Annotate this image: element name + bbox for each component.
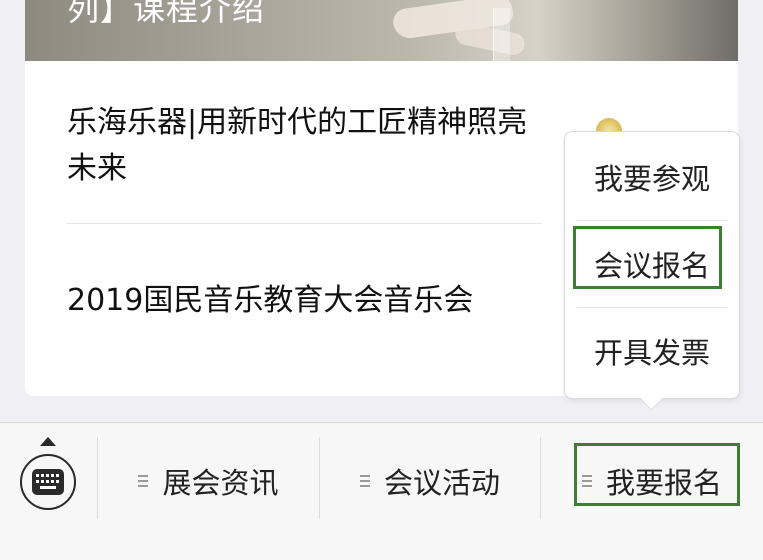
tab-label: 展会资讯 [162, 466, 279, 500]
tab-highlight [574, 443, 740, 506]
menu-lines-icon [359, 472, 370, 490]
article-divider [67, 223, 542, 224]
keyboard-caret-icon [40, 437, 56, 446]
article-banner[interactable]: 列】课程介绍 [25, 0, 738, 61]
article-item[interactable]: 2019国民音乐教育大会音乐会 [67, 278, 567, 324]
menu-item-invoice[interactable]: 开具发票 [565, 308, 739, 394]
menu-item-visit[interactable]: 我要参观 [565, 134, 739, 220]
keyboard-glyph-icon [32, 469, 64, 495]
keyboard-icon[interactable] [20, 454, 76, 510]
banner-image-glass [493, 8, 510, 61]
menu-lines-icon [138, 472, 149, 490]
tab-conference-activities[interactable]: 会议活动 [320, 453, 540, 509]
tab-exhibition-news[interactable]: 展会资讯 [98, 453, 319, 509]
article-item[interactable]: 乐海乐器|用新时代的工匠精神照亮未来 [67, 100, 557, 192]
banner-title: 列】课程介绍 [67, 0, 266, 28]
menu-item-highlight [573, 226, 722, 289]
tab-label: 会议活动 [383, 466, 500, 500]
